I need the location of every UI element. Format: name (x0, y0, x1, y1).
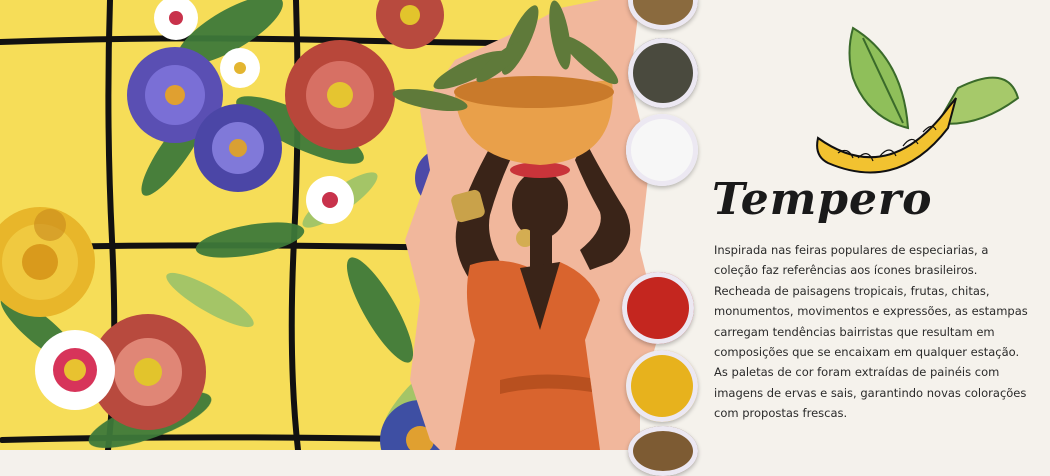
description-line: monumentos, movimentos e expressões, as … (714, 304, 1028, 319)
page-title: Tempero (712, 174, 933, 225)
description-line: coleção faz referências aos ícones brasi… (714, 263, 978, 278)
spice-bowl-salt (626, 114, 698, 186)
spice-bowl-paprika (622, 272, 694, 344)
description-line: Recheada de paisagens tropicais, frutas,… (714, 283, 990, 298)
description-line: carregam tendências bairristas que resul… (714, 324, 995, 339)
description-line: imagens de ervas e sais, garantindo nova… (714, 385, 1027, 400)
collection-description: Inspirada nas feiras populares de especi… (714, 240, 1034, 424)
spice-bowl-cumin (628, 426, 698, 476)
floral-pattern-illustration (0, 0, 640, 450)
description-line: composições que se encaixam em qualquer … (714, 345, 1020, 360)
spice-bowl-black-pepper (628, 38, 698, 108)
spice-bowl-turmeric (626, 350, 698, 422)
description-line: Inspirada nas feiras populares de especi… (714, 243, 989, 257)
description-line: com propostas frescas. (714, 406, 848, 421)
floral-pattern-panel (0, 0, 640, 450)
banana-leaf-illustration (816, 26, 1020, 174)
description-line: As paletas de cor foram extraídas de pai… (714, 365, 1000, 380)
